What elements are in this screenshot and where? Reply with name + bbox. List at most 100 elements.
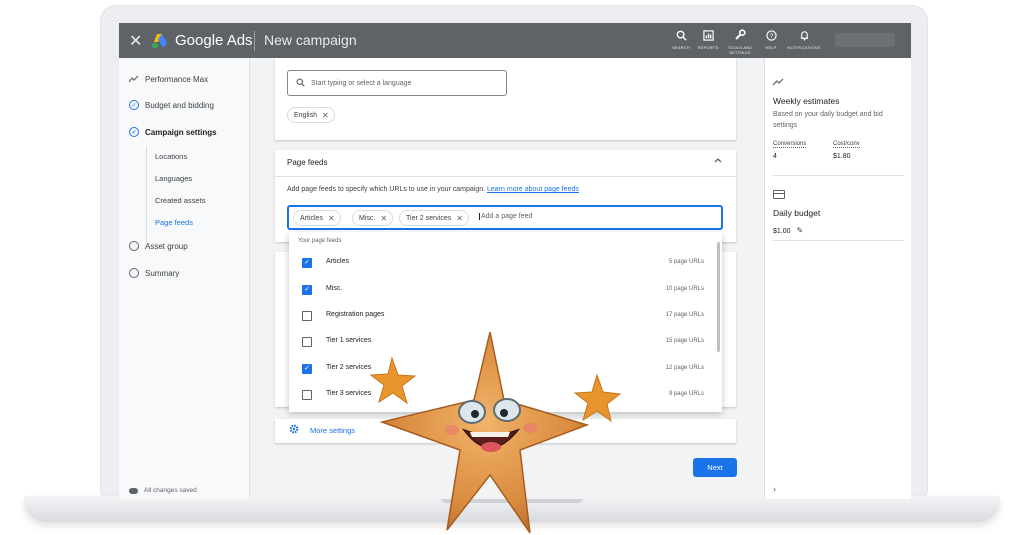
dropdown-scrollbar[interactable] <box>717 242 720 352</box>
weekly-estimates-title: Weekly estimates <box>773 96 840 106</box>
nav-summary[interactable]: Summary <box>129 268 179 278</box>
nav-performance-max[interactable]: Performance Max <box>129 74 208 84</box>
cost-per-conversion-value: $1.80 <box>833 153 851 160</box>
save-status: All changes saved <box>129 487 197 494</box>
cost-per-conversion-label: Cost/conv <box>833 141 860 148</box>
nav-asset-group[interactable]: Asset group <box>129 241 188 251</box>
starfish-mascot-illustration <box>369 331 622 534</box>
chevron-right-icon[interactable]: › <box>773 484 776 494</box>
feed-option-misc[interactable]: ✓ Misc. 10 page URLs <box>289 278 722 304</box>
languages-card: Start typing or select a language Englis… <box>275 58 736 140</box>
nav-asset-group-label: Asset group <box>145 241 188 251</box>
subnav-languages[interactable]: Languages <box>155 174 192 183</box>
campaign-steps-nav: Performance Max ✓ Budget and bidding ✓ C… <box>119 58 250 499</box>
page-feed-input-placeholder: Add a page feed <box>479 213 533 220</box>
chevron-up-icon[interactable] <box>714 156 722 165</box>
divider <box>773 175 904 176</box>
feed-option-registration[interactable]: Registration pages 17 page URLs <box>289 304 722 330</box>
notifications-tool-button[interactable]: NOTIFICATIONS <box>787 29 821 50</box>
feed-chip-tier-2[interactable]: Tier 2 services ✕ <box>399 210 469 226</box>
more-settings-label: More settings <box>310 426 356 435</box>
checkbox-checked-icon[interactable]: ✓ <box>302 285 312 295</box>
reports-tool-label: REPORTS <box>697 45 719 50</box>
weekly-estimates-description: Based on your daily budget and bid setti… <box>773 111 883 129</box>
feed-option-count: 9 page URLs <box>668 391 704 397</box>
google-ads-logo-icon <box>152 34 167 49</box>
remove-chip-icon[interactable]: ✕ <box>456 214 463 223</box>
page-title: New campaign <box>264 32 357 48</box>
trend-icon <box>772 78 784 89</box>
notifications-tool-label: NOTIFICATIONS <box>787 45 821 50</box>
page-feed-input[interactable]: Articles ✕ Misc. ✕ Tier 2 services ✕ Add… <box>287 205 723 230</box>
feed-option-count: 10 page URLs <box>665 286 704 292</box>
subnav-line <box>146 146 147 242</box>
edit-pencil-icon[interactable]: ✎ <box>796 226 803 235</box>
check-circle-icon: ✓ <box>129 100 139 110</box>
help-tool-button[interactable]: ? HELP <box>754 29 788 50</box>
subnav-locations[interactable]: Locations <box>155 152 187 161</box>
gear-icon <box>289 424 299 437</box>
checkbox-empty-icon[interactable] <box>302 390 312 400</box>
nav-budget-bidding[interactable]: ✓ Budget and bidding <box>129 100 214 110</box>
page-feeds-description-text: Add page feeds to specify which URLs to … <box>287 186 486 193</box>
language-chip-english[interactable]: English ✕ <box>287 107 335 123</box>
feed-option-count: 15 page URLs <box>665 338 704 344</box>
save-status-text: All changes saved <box>144 487 197 494</box>
nav-summary-label: Summary <box>145 268 180 278</box>
checkbox-checked-icon[interactable]: ✓ <box>302 364 312 374</box>
daily-budget-amount: $1.00 <box>773 228 791 235</box>
feed-option-name: Articles <box>326 258 349 265</box>
subnav-page-feeds[interactable]: Page feeds <box>155 218 193 227</box>
conversions-label: Conversions <box>773 141 807 148</box>
nav-budget-bidding-label: Budget and bidding <box>145 100 214 110</box>
nav-performance-max-label: Performance Max <box>145 74 209 84</box>
feed-chip-misc[interactable]: Misc. ✕ <box>352 210 394 226</box>
checkbox-empty-icon[interactable] <box>302 337 312 347</box>
svg-text:?: ? <box>769 33 773 40</box>
remove-chip-icon[interactable]: ✕ <box>380 214 387 223</box>
checkbox-empty-icon[interactable] <box>302 311 312 321</box>
header-divider <box>254 31 255 51</box>
remove-chip-icon[interactable]: ✕ <box>322 111 329 120</box>
feed-chip-articles[interactable]: Articles ✕ <box>293 210 341 226</box>
help-icon: ? <box>754 29 788 45</box>
feed-chip-label: Articles <box>300 214 323 222</box>
feed-option-count: 5 page URLs <box>668 259 704 265</box>
reports-icon <box>691 29 725 45</box>
checkbox-checked-icon[interactable]: ✓ <box>302 258 312 268</box>
language-chip-label: English <box>294 111 317 119</box>
page-feeds-description: Add page feeds to specify which URLs to … <box>287 186 579 193</box>
search-icon <box>296 77 305 89</box>
feed-option-name: Registration pages <box>326 311 385 318</box>
language-search-input[interactable]: Start typing or select a language <box>287 70 507 96</box>
feed-chip-label: Misc. <box>359 214 376 222</box>
subnav-created-assets[interactable]: Created assets <box>155 196 205 205</box>
divider <box>275 176 737 177</box>
help-tool-label: HELP <box>765 45 777 50</box>
learn-more-link[interactable]: Learn more about page feeds <box>487 186 579 193</box>
reports-tool-button[interactable]: REPORTS <box>691 29 725 50</box>
daily-budget-value: $1.00 ✎ <box>773 226 803 235</box>
page-feeds-title: Page feeds <box>287 158 328 167</box>
next-button[interactable]: Next <box>693 458 737 477</box>
estimates-panel: Weekly estimates Based on your daily bud… <box>764 58 911 499</box>
account-info[interactable] <box>835 33 895 47</box>
wrench-icon <box>723 29 757 45</box>
empty-circle-icon <box>129 268 139 278</box>
nav-campaign-settings-label: Campaign settings <box>145 127 217 137</box>
remove-chip-icon[interactable]: ✕ <box>328 214 335 223</box>
top-bar: ✕ Google Ads New campaign SEARCH REPORTS… <box>119 23 911 58</box>
trend-icon <box>129 74 139 84</box>
conversions-value: 4 <box>773 153 777 160</box>
brand-name: Google Ads <box>175 32 253 49</box>
bell-icon <box>787 29 821 45</box>
feed-chip-label: Tier 2 services <box>406 214 452 222</box>
nav-campaign-settings[interactable]: ✓ Campaign settings <box>129 127 217 137</box>
daily-budget-title: Daily budget <box>773 208 821 218</box>
close-icon[interactable]: ✕ <box>129 31 142 51</box>
tools-settings-button[interactable]: TOOLS AND SETTINGS <box>723 29 757 55</box>
page-feeds-card: Page feeds Add page feeds to specify whi… <box>275 150 737 242</box>
dropdown-header: Your page feeds <box>298 238 342 244</box>
feed-option-name: Misc. <box>326 285 343 292</box>
feed-option-articles[interactable]: ✓ Articles 5 page URLs <box>289 251 722 277</box>
